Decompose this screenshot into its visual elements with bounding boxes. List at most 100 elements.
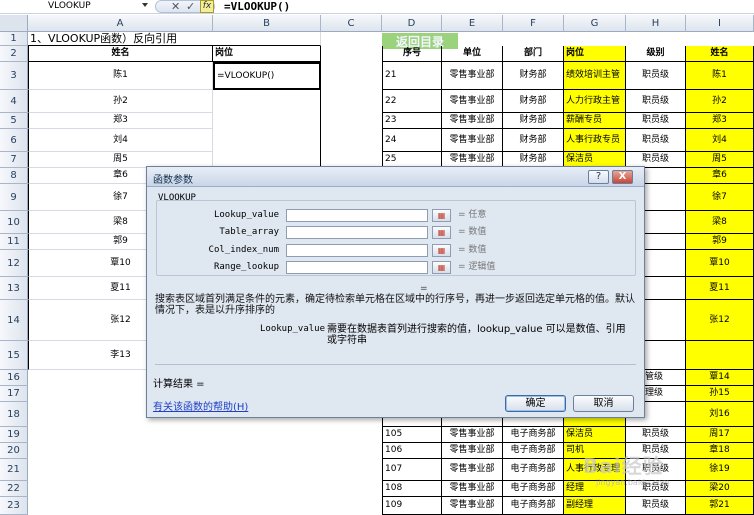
dept-cell[interactable]: 电子商务部: [503, 481, 564, 497]
insert-function-icon[interactable]: fx: [200, 0, 214, 13]
dialog-title-bar[interactable]: 函数参数 ? X: [147, 167, 644, 187]
unit-cell[interactable]: 零售事业部: [442, 443, 503, 459]
lookup-value-input[interactable]: [286, 209, 428, 222]
level-cell[interactable]: [645, 341, 686, 370]
name-right-cell[interactable]: 周5: [686, 152, 754, 168]
row-header[interactable]: 9: [0, 184, 28, 211]
name-right-cell[interactable]: [686, 341, 754, 370]
level-cell[interactable]: 职员级: [626, 62, 686, 90]
row-header[interactable]: 13: [0, 277, 28, 300]
row-header[interactable]: 23: [0, 497, 28, 515]
level-cell[interactable]: 职员级: [626, 497, 686, 515]
level-cell[interactable]: [645, 300, 686, 341]
row-header[interactable]: 14: [0, 300, 28, 341]
column-header-h[interactable]: H: [626, 15, 686, 32]
name-right-cell[interactable]: 徐19: [686, 459, 754, 481]
name-right-cell[interactable]: 章18: [686, 443, 754, 459]
dept-cell[interactable]: 电子商务部: [503, 459, 564, 481]
cancel-icon[interactable]: ✕: [171, 0, 180, 13]
name-right-cell[interactable]: 梁20: [686, 481, 754, 497]
table-array-input[interactable]: [286, 226, 428, 239]
name-right-cell[interactable]: 张12: [686, 300, 754, 341]
name-right-cell[interactable]: 孙15: [686, 386, 754, 402]
name-right-cell[interactable]: 刘16: [686, 402, 754, 427]
seq-cell[interactable]: 108: [382, 481, 442, 497]
name-cell[interactable]: 郑3: [28, 113, 213, 129]
active-cell-b3[interactable]: =VLOOKUP(): [213, 62, 321, 90]
name-box-dropdown-icon[interactable]: [142, 3, 148, 7]
post-cell[interactable]: 薪酬专员: [564, 113, 626, 129]
unit-cell[interactable]: 零售事业部: [442, 90, 503, 113]
name-right-cell[interactable]: 夏11: [686, 277, 754, 300]
col-index-num-input[interactable]: [286, 244, 428, 257]
name-cell[interactable]: 刘4: [28, 129, 213, 152]
dept-cell[interactable]: 电子商务部: [503, 443, 564, 459]
seq-cell[interactable]: 105: [382, 427, 442, 443]
column-header-b[interactable]: B: [213, 15, 321, 32]
name-right-cell[interactable]: 周17: [686, 427, 754, 443]
unit-cell[interactable]: 零售事业部: [442, 113, 503, 129]
range-select-icon[interactable]: ▦: [432, 209, 451, 222]
name-right-cell[interactable]: 覃10: [686, 250, 754, 277]
row-header[interactable]: 19: [0, 427, 28, 443]
unit-cell[interactable]: 零售事业部: [442, 427, 503, 443]
header-post-right[interactable]: 岗位: [564, 46, 626, 62]
post-cell[interactable]: 人力行政主管: [564, 90, 626, 113]
row-header[interactable]: 4: [0, 90, 28, 113]
column-header-c[interactable]: C: [321, 15, 382, 32]
column-header-d[interactable]: D: [382, 15, 442, 32]
level-cell[interactable]: [645, 234, 686, 250]
range-select-icon[interactable]: ▦: [432, 226, 451, 239]
row-header[interactable]: 1: [0, 32, 28, 46]
seq-cell[interactable]: 21: [382, 62, 442, 90]
level-cell[interactable]: 职员级: [626, 129, 686, 152]
level-cell[interactable]: 职员级: [626, 113, 686, 129]
help-icon[interactable]: ?: [588, 170, 609, 184]
range-select-icon[interactable]: ▦: [432, 261, 451, 274]
row-header[interactable]: 2: [0, 46, 28, 62]
sheet-title[interactable]: 1、VLOOKUP函数）反向引用: [28, 32, 321, 46]
row-header[interactable]: 11: [0, 234, 28, 250]
name-right-cell[interactable]: 梁8: [686, 211, 754, 234]
row-header[interactable]: 15: [0, 341, 28, 370]
header-post[interactable]: 岗位: [213, 46, 321, 62]
level-cell[interactable]: [645, 250, 686, 277]
confirm-icon[interactable]: ✓: [186, 0, 195, 13]
unit-cell[interactable]: 零售事业部: [442, 481, 503, 497]
close-icon[interactable]: X: [612, 170, 633, 184]
row-header[interactable]: 6: [0, 129, 28, 152]
column-header-i[interactable]: I: [686, 15, 754, 32]
row-header[interactable]: 12: [0, 250, 28, 277]
column-header-f[interactable]: F: [503, 15, 564, 32]
header-unit[interactable]: 单位: [442, 46, 503, 62]
seq-cell[interactable]: 23: [382, 113, 442, 129]
name-right-cell[interactable]: 陈1: [686, 62, 754, 90]
name-box[interactable]: VLOOKUP: [48, 0, 152, 13]
name-right-cell[interactable]: 章6: [686, 168, 754, 184]
header-dept[interactable]: 部门: [503, 46, 564, 62]
dept-cell[interactable]: 财务部: [503, 113, 564, 129]
unit-cell[interactable]: 零售事业部: [442, 129, 503, 152]
range-select-icon[interactable]: ▦: [432, 244, 451, 257]
seq-cell[interactable]: 106: [382, 443, 442, 459]
level-cell[interactable]: [645, 184, 686, 211]
function-help-link[interactable]: 有关该函数的帮助(H): [153, 398, 248, 413]
row-header[interactable]: 18: [0, 402, 28, 427]
level-cell[interactable]: [645, 277, 686, 300]
dept-cell[interactable]: 电子商务部: [503, 427, 564, 443]
row-header[interactable]: 21: [0, 459, 28, 481]
row-header[interactable]: 20: [0, 443, 28, 459]
name-right-cell[interactable]: 郭21: [686, 497, 754, 515]
range-lookup-input[interactable]: [286, 261, 428, 274]
row-header[interactable]: 22: [0, 481, 28, 497]
level-cell[interactable]: [645, 211, 686, 234]
dept-cell[interactable]: 财务部: [503, 90, 564, 113]
column-header-e[interactable]: E: [442, 15, 503, 32]
seq-cell[interactable]: 22: [382, 90, 442, 113]
dept-cell[interactable]: 财务部: [503, 129, 564, 152]
header-name-right[interactable]: 姓名: [686, 46, 754, 62]
row-header[interactable]: 17: [0, 386, 28, 402]
name-cell[interactable]: 孙2: [28, 90, 213, 113]
dept-cell[interactable]: 电子商务部: [503, 497, 564, 515]
level-cell[interactable]: 职员级: [626, 90, 686, 113]
